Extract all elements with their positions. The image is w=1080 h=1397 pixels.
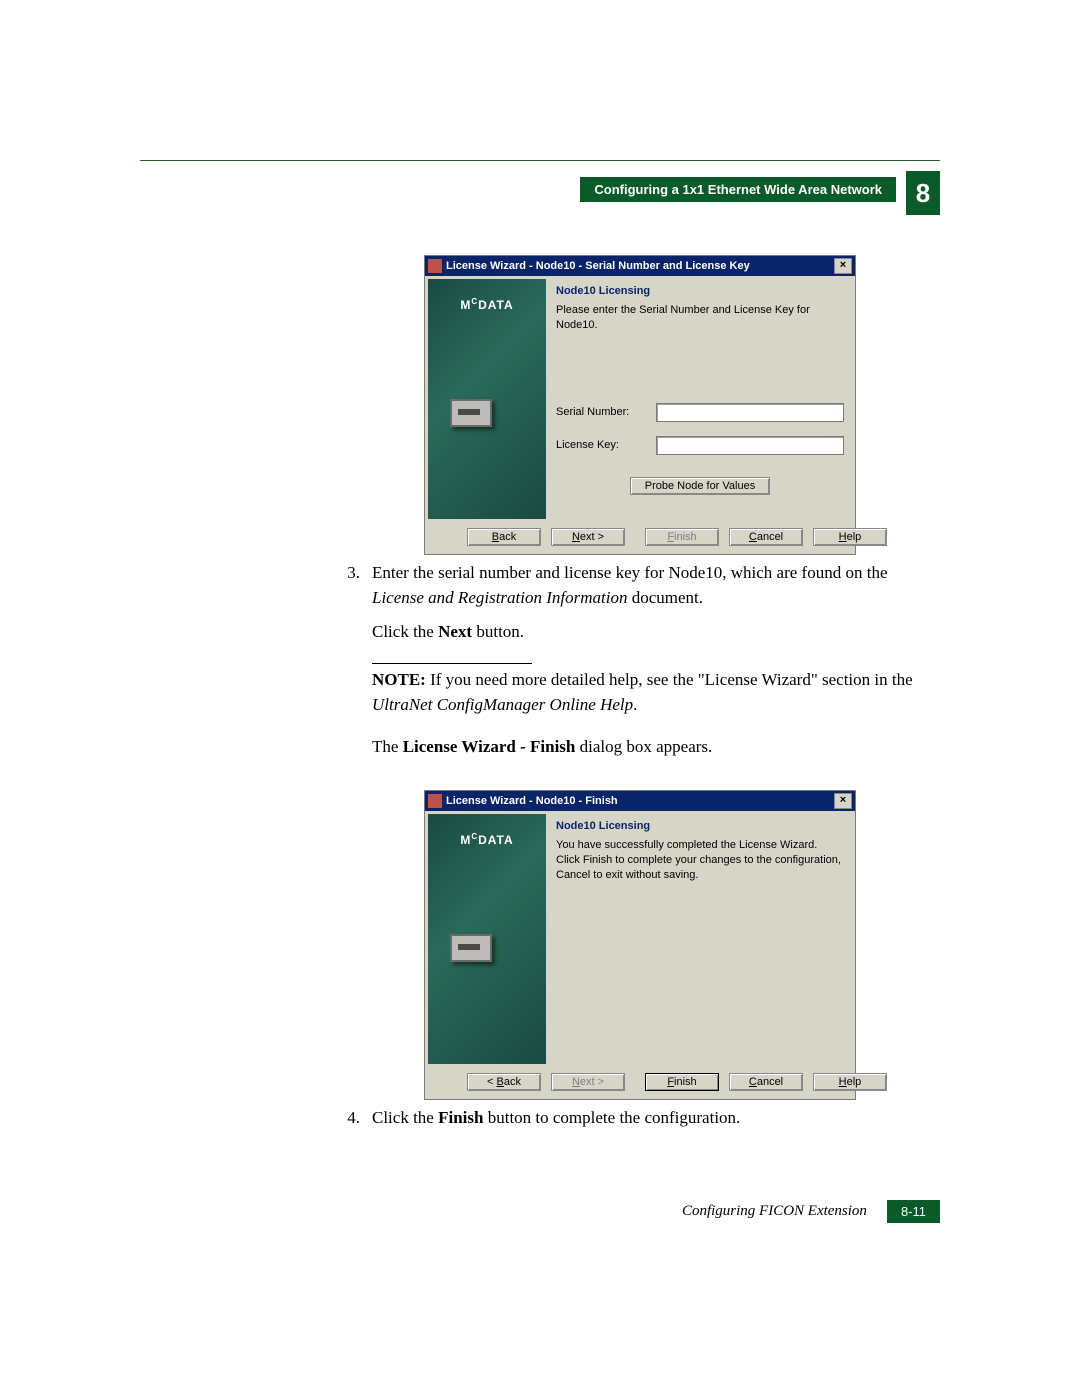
license-wizard-screenshot-1: License Wizard - Node10 - Serial Number … (424, 255, 856, 555)
device-icon (450, 934, 492, 962)
probe-node-button[interactable]: Probe Node for Values (630, 477, 770, 495)
step-text: button. (472, 622, 524, 641)
probe-button-row: Probe Node for Values (556, 477, 844, 495)
page-header: Configuring a 1x1 Ethernet Wide Area Net… (140, 177, 940, 215)
help-button[interactable]: Help (813, 1073, 887, 1091)
finish-dialog-intro: The License Wizard - Finish dialog box a… (372, 735, 940, 760)
page: Configuring a 1x1 Ethernet Wide Area Net… (0, 0, 1080, 1303)
finish-button[interactable]: Finish (645, 1073, 719, 1091)
dialog-sidebar-graphic: MCDATA (428, 814, 546, 1064)
dialog-heading: Node10 Licensing (556, 820, 844, 832)
back-button[interactable]: Back (467, 528, 541, 546)
step-number: 3. (340, 561, 360, 784)
dialog-button-row: Back Next > Finish Cancel Help (425, 522, 855, 554)
license-key-input[interactable] (656, 436, 844, 455)
dialog-name-bold: License Wizard - Finish (403, 737, 576, 756)
footer-page-number: 8-11 (887, 1200, 940, 1223)
step-text: Enter the serial number and license key … (372, 563, 888, 582)
dialog-main: Node10 Licensing You have successfully c… (552, 814, 852, 1064)
app-icon (428, 794, 442, 808)
note-text: If you need more detailed help, see the … (426, 670, 913, 689)
help-title-italic: UltraNet ConfigManager Online Help (372, 695, 633, 714)
note-text: . (633, 695, 637, 714)
close-icon[interactable]: × (834, 793, 852, 809)
dialog-heading: Node10 Licensing (556, 285, 844, 297)
doc-title-italic: License and Registration Information (372, 588, 627, 607)
cancel-button[interactable]: Cancel (729, 528, 803, 546)
cancel-button[interactable]: Cancel (729, 1073, 803, 1091)
step-3: 3. Enter the serial number and license k… (340, 561, 940, 784)
dialog-main: Node10 Licensing Please enter the Serial… (552, 279, 852, 519)
top-rule (140, 160, 940, 161)
mcdata-logo: MCDATA (428, 814, 546, 847)
back-button[interactable]: < Back (467, 1073, 541, 1091)
license-key-label: License Key: (556, 439, 656, 451)
note-prefix: NOTE: (372, 670, 426, 689)
chapter-number-box: 8 (906, 171, 940, 215)
next-button: Next > (551, 1073, 625, 1091)
next-button[interactable]: Next > (551, 528, 625, 546)
mcdata-logo: MCDATA (428, 279, 546, 312)
step-text: Click the (372, 1108, 438, 1127)
step-number: 4. (340, 1106, 360, 1131)
note-block: NOTE: If you need more detailed help, se… (372, 668, 940, 717)
finish-bold: Finish (438, 1108, 483, 1127)
step-4: 4. Click the Finish button to complete t… (340, 1106, 940, 1131)
step-body: Click the Finish button to complete the … (372, 1106, 940, 1131)
dialog-button-row: < Back Next > Finish Cancel Help (425, 1067, 855, 1099)
content-column: License Wizard - Node10 - Serial Number … (340, 255, 940, 1130)
section-title-bar: Configuring a 1x1 Ethernet Wide Area Net… (580, 177, 896, 202)
serial-number-input[interactable] (656, 403, 844, 422)
step-text: document. (627, 588, 703, 607)
note-rule (372, 663, 532, 664)
serial-number-label: Serial Number: (556, 406, 656, 418)
dialog-body: MCDATA Node10 Licensing You have success… (425, 811, 855, 1067)
device-icon (450, 399, 492, 427)
dialog-description: You have successfully completed the Lice… (556, 838, 844, 883)
para-text: dialog box appears. (575, 737, 712, 756)
finish-button: Finish (645, 528, 719, 546)
dialog-sidebar-graphic: MCDATA (428, 279, 546, 519)
next-bold: Next (438, 622, 472, 641)
para-text: The (372, 737, 403, 756)
dialog-title: License Wizard - Node10 - Finish (446, 795, 834, 807)
page-footer: Configuring FICON Extension 8-11 (140, 1200, 940, 1223)
license-key-row: License Key: (556, 436, 844, 455)
close-icon[interactable]: × (834, 258, 852, 274)
step-text: button to complete the configuration. (483, 1108, 740, 1127)
dialog-description: Please enter the Serial Number and Licen… (556, 303, 844, 333)
dialog-titlebar: License Wizard - Node10 - Finish × (425, 791, 855, 811)
dialog-body: MCDATA Node10 Licensing Please enter the… (425, 276, 855, 522)
step-text: Click the (372, 622, 438, 641)
app-icon (428, 259, 442, 273)
footer-chapter-title: Configuring FICON Extension (682, 1203, 867, 1220)
help-button[interactable]: Help (813, 528, 887, 546)
serial-number-row: Serial Number: (556, 403, 844, 422)
dialog-title: License Wizard - Node10 - Serial Number … (446, 260, 834, 272)
step-body: Enter the serial number and license key … (372, 561, 940, 784)
license-wizard-screenshot-2: License Wizard - Node10 - Finish × MCDAT… (424, 790, 856, 1100)
dialog-titlebar: License Wizard - Node10 - Serial Number … (425, 256, 855, 276)
